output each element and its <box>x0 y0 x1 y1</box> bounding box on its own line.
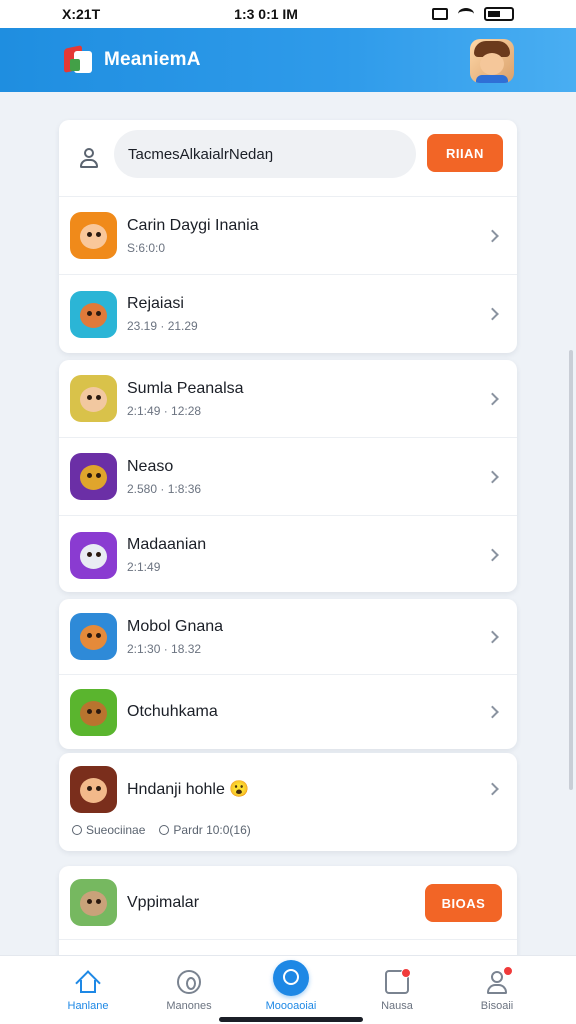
meta-text-1: Sueociinae <box>86 823 146 837</box>
tab-label: Nausa <box>381 1000 413 1012</box>
game-icon <box>70 453 117 500</box>
clock-icon <box>72 825 82 835</box>
chevron-right-icon <box>486 229 499 242</box>
status-icons <box>432 7 514 21</box>
game-icon <box>70 613 117 660</box>
chevron-right-icon <box>486 548 499 562</box>
clock-icon <box>159 825 170 835</box>
game-subtitle: 2.580 · 1:8:36 <box>127 481 202 496</box>
tab-label: Moooaoiai <box>265 1000 317 1012</box>
game-row-8[interactable]: Hndanji hohle 😮 <box>59 753 517 825</box>
game-row-4[interactable]: Neaso 2.580 · 1:8:36 <box>59 438 517 516</box>
compass-icon <box>177 970 201 994</box>
game-row-5[interactable]: Madaanian 2:1:49 <box>59 516 517 594</box>
game-icon <box>70 688 117 736</box>
game-subtitle: 2:1:49 <box>127 560 161 574</box>
battery-icon <box>484 7 514 21</box>
wifi-icon <box>458 8 474 20</box>
home-indicator <box>219 1017 363 1022</box>
game-list-card: Sumla Peanalsa 2:1:49 · 12:28 Neaso 2.58… <box>59 360 517 592</box>
tab-profile[interactable]: Bisoaii <box>451 956 543 1016</box>
profile-avatar[interactable] <box>470 39 514 83</box>
game-title: Otchuhkama <box>127 703 218 720</box>
app-logo-icon <box>64 45 94 75</box>
chevron-right-icon <box>486 782 499 796</box>
game-title: Carin Daygi Inania <box>127 216 259 234</box>
featured-title: Vppimalar <box>127 893 200 911</box>
game-title: Madaanian <box>127 536 207 553</box>
scrollbar[interactable] <box>569 350 573 790</box>
tab-home[interactable]: Hanlane <box>42 956 134 1016</box>
game-title: Mobol Gnana <box>127 617 224 635</box>
chevron-right-icon <box>486 630 499 643</box>
game-row-7[interactable]: Otchuhkama <box>59 675 517 749</box>
status-clock: 1:3 0:1 IM <box>234 6 298 22</box>
chevron-right-icon <box>486 705 499 719</box>
meta-item-2: Pardr 10:0(16) <box>159 823 251 837</box>
user-icon[interactable] <box>77 146 101 170</box>
game-title-wrap: Hndanji hohle 😮 <box>127 779 249 799</box>
tab-notifications[interactable]: Nausa <box>351 956 443 1016</box>
game-list-card-2: Mobol Gnana 2:1:30 · 18.32 Otchuhkama <box>59 599 517 749</box>
featured-button[interactable]: BIOAS <box>425 884 502 922</box>
game-row-6[interactable]: Mobol Gnana 2:1:30 · 18.32 <box>59 599 517 675</box>
tab-label: Hanlane <box>67 1000 109 1012</box>
game-title: Rejaiasi <box>127 295 184 312</box>
game-title: Hndanji hohle <box>127 781 225 798</box>
chevron-right-icon <box>486 307 499 321</box>
game-emoji: 😮 <box>229 781 250 798</box>
game-row-2[interactable]: Rejaiasi 23.19 · 21.29 <box>59 275 517 353</box>
status-time: X:21T <box>62 6 101 22</box>
meta-item-1: Sueociinae <box>72 823 145 837</box>
center-action-icon[interactable] <box>273 960 309 996</box>
badge-dot <box>503 966 513 976</box>
tab-label: Bisoaii <box>480 1000 514 1012</box>
app-header: MeaniemA <box>0 28 576 92</box>
game-icon <box>70 765 117 813</box>
featured-card: Vppimalar BIOAS <box>59 866 517 966</box>
game-title: Neaso <box>127 457 174 475</box>
game-subtitle: 23.19 · 21.29 <box>127 319 198 333</box>
tab-messages[interactable]: Manones <box>143 956 235 1016</box>
game-row-1[interactable]: Carin Daygi Inania S:6:0:0 <box>59 197 517 275</box>
game-subtitle: S:6:0:0 <box>127 240 166 255</box>
meta-text-2: Pardr 10:0(16) <box>173 823 251 837</box>
badge-dot <box>401 968 411 978</box>
person-icon <box>485 966 513 994</box>
search-button[interactable]: RIIAN <box>427 134 503 172</box>
search-input[interactable] <box>114 130 416 178</box>
game-subtitle: 2:1:49 · 12:28 <box>127 403 202 418</box>
app-title: MeaniemA <box>104 49 201 70</box>
featured-row[interactable]: Vppimalar BIOAS <box>59 866 517 940</box>
game-detail-card[interactable]: Hndanji hohle 😮 Sueociinae Pardr 10:0(16… <box>59 753 517 851</box>
search-row: RIIAN <box>59 120 517 197</box>
chevron-right-icon <box>486 392 499 405</box>
game-icon <box>70 212 117 259</box>
signal-icon <box>432 8 448 20</box>
game-title: Sumla Peanalsa <box>127 379 244 397</box>
tab-label: Manones <box>166 1000 212 1012</box>
game-icon <box>70 375 117 422</box>
game-icon <box>70 879 117 926</box>
game-icon <box>70 290 117 338</box>
search-card: RIIAN Carin Daygi Inania S:6:0:0 Rejaias… <box>59 120 517 353</box>
game-icon <box>70 531 117 579</box>
chevron-right-icon <box>486 470 499 483</box>
meta-row: Sueociinae Pardr 10:0(16) <box>72 823 251 837</box>
game-subtitle: 2:1:30 · 18.32 <box>127 641 202 656</box>
status-bar: X:21T 1:3 0:1 IM <box>0 0 576 28</box>
tab-bar: Hanlane Manones Moooaoiai Nausa Bisoaii <box>0 955 576 1024</box>
home-icon <box>75 970 101 996</box>
notification-icon <box>385 968 411 994</box>
game-row-3[interactable]: Sumla Peanalsa 2:1:49 · 12:28 <box>59 360 517 438</box>
